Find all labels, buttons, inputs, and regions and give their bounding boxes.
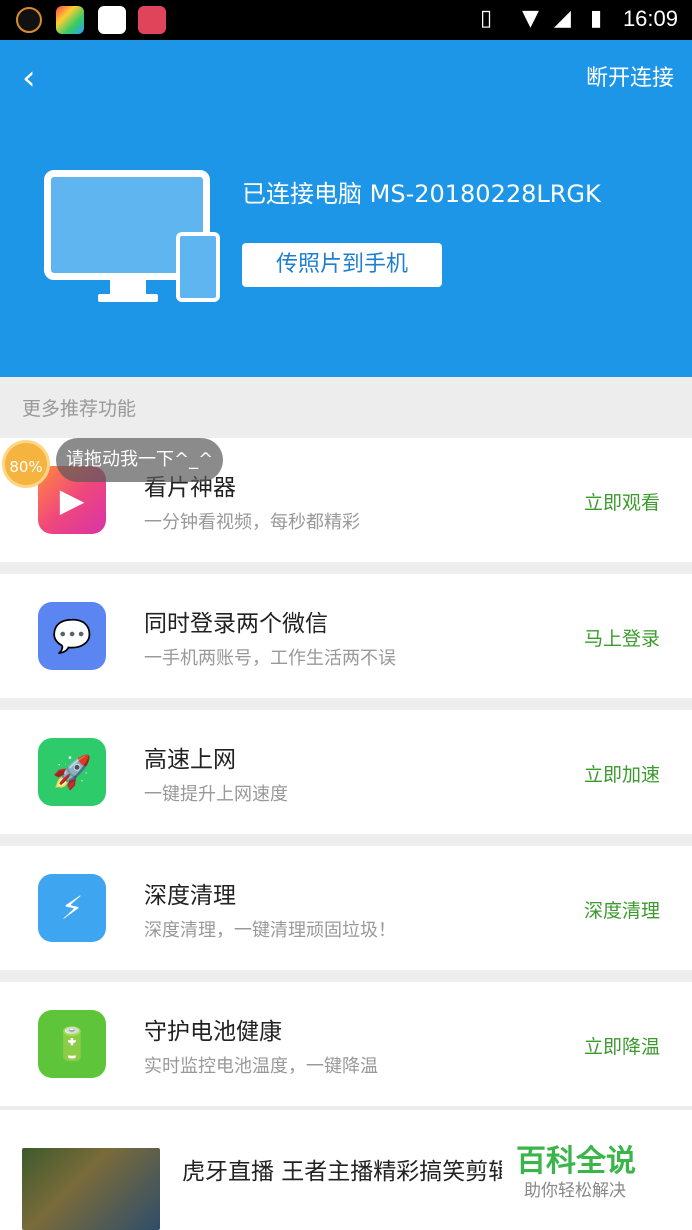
- phone-icon: [176, 232, 220, 302]
- wifi-icon: ▼: [522, 6, 539, 31]
- battery-status-icon: ▮: [590, 6, 603, 31]
- rocket-icon: 🚀: [38, 738, 106, 806]
- signal-icon: ◢: [554, 6, 571, 31]
- speed-up-button[interactable]: 立即加速: [584, 760, 660, 787]
- section-title: 更多推荐功能: [22, 398, 137, 420]
- card-title: 深度清理: [144, 883, 236, 909]
- news-thumbnail: [22, 1148, 160, 1230]
- floating-tip: 请拖动我一下^_^: [56, 438, 224, 482]
- notification-app-icon: [16, 7, 42, 33]
- news-item[interactable]: 虎牙直播 王者主播精彩搞笑剪辑 百科全说 助你轻松解决: [0, 1110, 692, 1230]
- app-store-icon: [56, 6, 84, 34]
- watermark-title: 百科全说: [516, 1144, 636, 1179]
- feature-card-clean[interactable]: ⚡ 深度清理 深度清理，一键清理顽固垃圾！ 深度清理: [0, 846, 692, 970]
- deep-clean-button[interactable]: 深度清理: [584, 896, 660, 923]
- transfer-photos-button[interactable]: 传照片到手机: [242, 243, 442, 287]
- watch-now-button[interactable]: 立即观看: [584, 488, 660, 515]
- card-title: 同时登录两个微信: [144, 611, 328, 637]
- battery-icon: 🔋: [38, 1010, 106, 1078]
- card-title: 高速上网: [144, 747, 236, 773]
- card-subtitle: 一分钟看视频，每秒都精彩: [144, 512, 360, 533]
- card-subtitle: 深度清理，一键清理顽固垃圾！: [144, 920, 396, 941]
- watermark-subtitle: 助你轻松解决: [524, 1181, 626, 1201]
- status-time: 16:09: [622, 6, 678, 31]
- connection-header: ‹ 断开连接 已连接电脑 MS-20180228LRGK 传照片到手机: [0, 40, 692, 377]
- monitor-base: [98, 294, 158, 302]
- gallery-icon: [98, 6, 126, 34]
- card-subtitle: 一手机两账号，工作生活两不误: [144, 648, 396, 669]
- vibrate-icon: ▯: [480, 6, 493, 31]
- disconnect-button[interactable]: 断开连接: [586, 60, 674, 92]
- news-title: 虎牙直播 王者主播精彩搞笑剪辑: [182, 1159, 502, 1185]
- feature-card-speed[interactable]: 🚀 高速上网 一键提升上网速度 立即加速: [0, 710, 692, 834]
- card-title: 守护电池健康: [144, 1019, 282, 1045]
- connected-device-text: 已连接电脑 MS-20180228LRGK: [242, 180, 601, 208]
- card-subtitle: 一键提升上网速度: [144, 784, 288, 805]
- floating-ball[interactable]: 80%: [2, 440, 50, 488]
- feature-card-battery[interactable]: 🔋 守护电池健康 实时监控电池温度，一键降温 立即降温: [0, 982, 692, 1106]
- status-bar: ▯ ▼ ◢ ▮ 16:09: [0, 0, 692, 40]
- login-now-button[interactable]: 马上登录: [584, 624, 660, 651]
- chat-app-icon: [138, 6, 166, 34]
- card-subtitle: 实时监控电池温度，一键降温: [144, 1056, 378, 1077]
- feature-card-wechat[interactable]: 💬 同时登录两个微信 一手机两账号，工作生活两不误 马上登录: [0, 574, 692, 698]
- shield-icon: ⚡: [38, 874, 106, 942]
- chevron-left-icon[interactable]: ‹: [22, 58, 36, 98]
- cool-down-button[interactable]: 立即降温: [584, 1032, 660, 1059]
- wechat-icon: 💬: [38, 602, 106, 670]
